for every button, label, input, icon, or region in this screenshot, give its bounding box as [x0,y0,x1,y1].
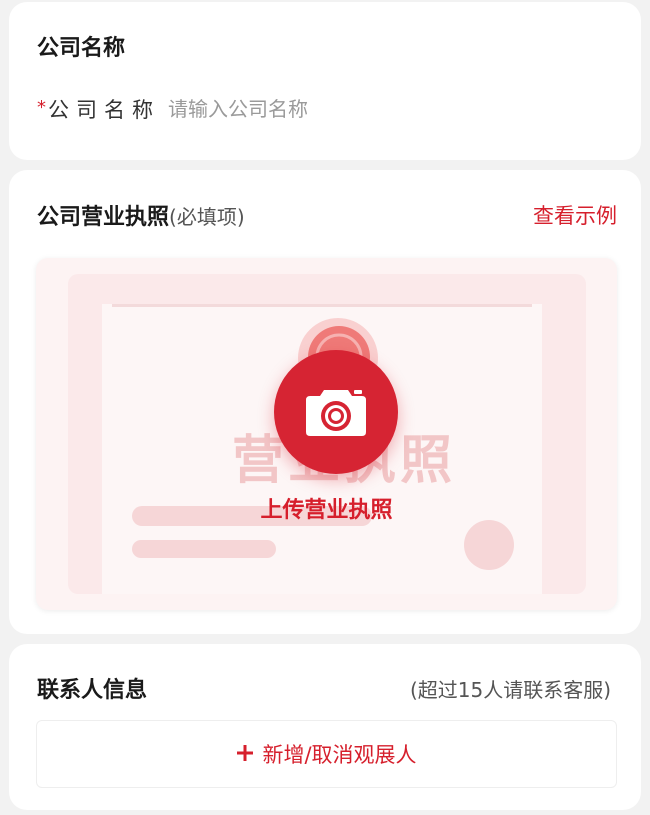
upload-license-button[interactable] [274,350,398,474]
add-attendee-label: 新增/取消观展人 [262,743,417,767]
view-example-link[interactable]: 查看示例 [533,200,617,230]
contact-section-title: 联系人信息 [37,678,148,703]
company-name-input[interactable] [168,97,568,121]
license-placeholder-line [112,304,532,307]
license-section-title: 公司营业执照(必填项) [37,199,245,231]
company-section-title: 公司名称 [37,36,126,61]
business-license-card: 公司营业执照(必填项) 查看示例 ★★ 营业执照 [9,170,641,634]
company-name-label: 公司名称 [48,98,160,122]
add-remove-attendee-button[interactable]: 新增/取消观展人 [36,720,617,788]
required-asterisk: * [37,96,46,118]
license-required-note: (必填项) [169,205,245,229]
plus-icon [236,741,254,767]
placeholder-text-bar [132,540,276,558]
company-name-card: 公司名称 * 公司名称 [9,2,641,160]
license-title-text: 公司营业执照 [37,205,170,230]
contact-info-card: 联系人信息 (超过15人请联系客服) 新增/取消观展人 [9,644,641,810]
license-upload-area[interactable]: ★★ 营业执照 上传营业执照 [36,258,617,610]
camera-icon [306,390,366,436]
company-name-field-row: * 公司名称 [37,94,568,124]
contact-limit-note: (超过15人请联系客服) [409,678,611,702]
upload-license-label[interactable]: 上传营业执照 [36,492,617,524]
placeholder-seal-icon [464,520,514,570]
